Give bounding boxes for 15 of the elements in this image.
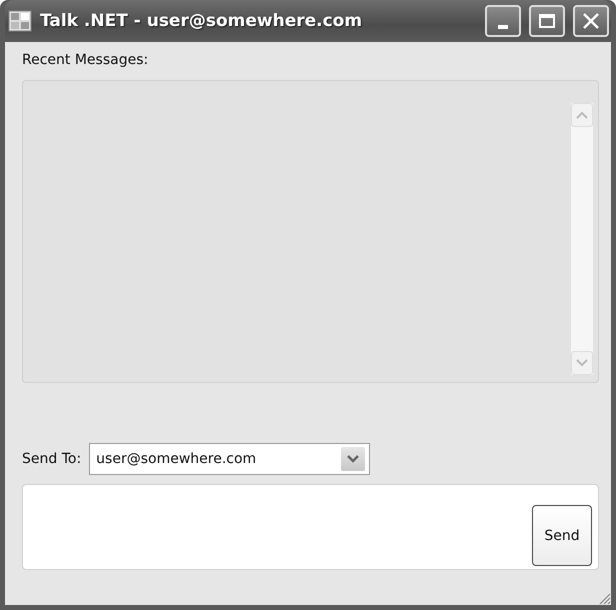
recent-messages-label: Recent Messages:: [22, 52, 150, 68]
minimize-icon: [498, 25, 508, 29]
send-button[interactable]: Send: [532, 505, 592, 566]
maximize-button[interactable]: [529, 5, 565, 37]
close-icon: [582, 12, 600, 30]
send-to-label: Send To:: [22, 451, 82, 467]
dropdown-icon[interactable]: [341, 447, 366, 471]
close-button[interactable]: [573, 5, 609, 37]
minimize-button[interactable]: [485, 5, 521, 37]
maximize-icon: [538, 13, 556, 29]
resize-grip-icon[interactable]: [597, 591, 611, 605]
recipient-dropdown[interactable]: user@somewhere.com: [89, 443, 370, 475]
window-title: Talk .NET - user@somewhere.com: [40, 11, 364, 31]
app-icon: [8, 10, 32, 32]
message-input-field[interactable]: Send: [22, 484, 599, 570]
